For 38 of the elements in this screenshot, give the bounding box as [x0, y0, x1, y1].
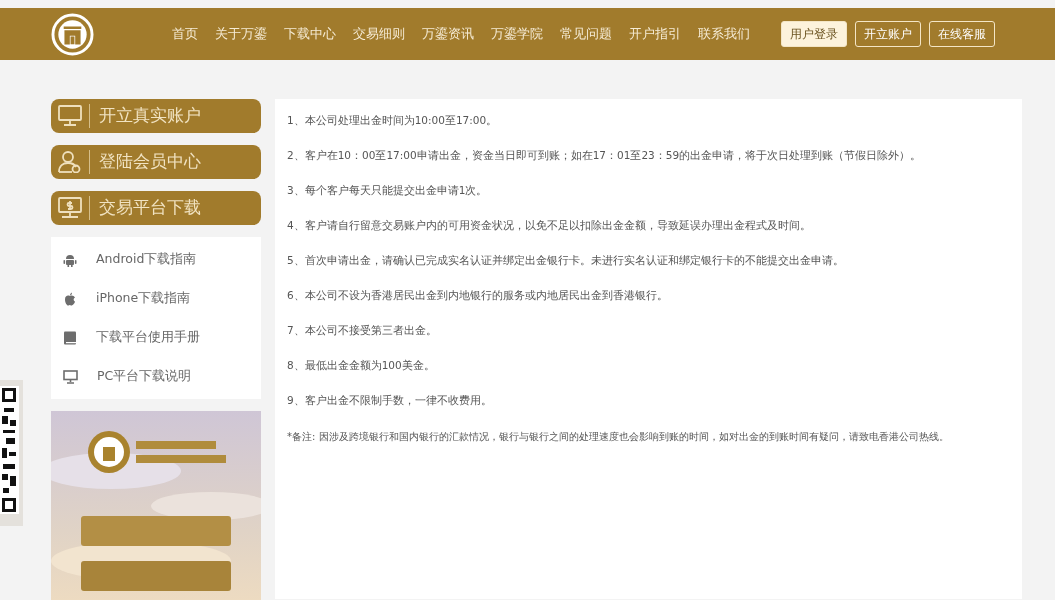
- rule-text: 8、最低出金金额为100美金。: [287, 358, 436, 373]
- rule-text: 5、首次申请出金，请确认已完成实名认证并绑定出金银行卡。未进行实名认证和绑定银行卡的不能提交出金申请。: [287, 253, 845, 268]
- sidebar-action-button[interactable]: 登陆会员中心: [51, 145, 261, 179]
- sidebar-action-button[interactable]: 交易平台下载: [51, 191, 261, 225]
- rule-text: 6、本公司不设为香港居民出金到内地银行的服务或内地居民出金到香港银行。: [287, 288, 669, 303]
- book-icon: [63, 330, 77, 345]
- qr-code-icon: [0, 386, 19, 514]
- monitor-icon: [63, 369, 78, 384]
- sidebar-action-button[interactable]: 开立真实账户: [51, 99, 261, 133]
- sidebar-link[interactable]: iPhone下载指南: [51, 279, 261, 318]
- nav-link[interactable]: 交易细则: [353, 24, 405, 44]
- login-button[interactable]: 用户登录: [781, 21, 847, 47]
- nav-link[interactable]: 开户指引: [629, 24, 681, 44]
- rule-text: 4、客户请自行留意交易账户内的可用资金状况，以免不足以扣除出金金额，导致延误办理出金程式及时间。: [287, 218, 812, 233]
- rule-text: 2、客户在10：00至17:00申请出金，资金当日即可到账；如在17：01至23：59的出金申请，将于次日处理到账（节假日除外）。: [287, 148, 923, 163]
- nav-link[interactable]: 关于万鎏: [215, 24, 267, 44]
- nav-link[interactable]: 联系我们: [698, 24, 750, 44]
- monitor-dollar-icon: [58, 197, 82, 219]
- rule-text: 1、本公司处理出金时间为10:00至17:00。: [287, 113, 499, 128]
- rule-text: 7、本公司不接受第三者出金。: [287, 323, 438, 338]
- rule-text: 9、客户出金不限制手数，一律不收费用。: [287, 393, 493, 408]
- logo-icon[interactable]: [51, 12, 94, 56]
- header-button[interactable]: 开立账户: [855, 21, 921, 47]
- sidebar-link[interactable]: PC平台下载说明: [51, 357, 261, 396]
- rule-text: 3、每个客户每天只能提交出金申请1次。: [287, 183, 489, 198]
- nav-link[interactable]: 万鎏资讯: [422, 24, 474, 44]
- apple-icon: [63, 291, 77, 306]
- note-text: *备注: 因涉及跨境银行和国内银行的汇款情况，银行与银行之间的处理速度也会影响到账的时间，如对出金的到账时间有疑问，请致电香港公司热线。: [287, 430, 950, 444]
- sidebar-link[interactable]: 下载平台使用手册: [51, 318, 261, 357]
- header-button[interactable]: 在线客服: [929, 21, 995, 47]
- nav-link[interactable]: 下载中心: [284, 24, 336, 44]
- sidebar-link[interactable]: Android下载指南: [51, 240, 261, 279]
- nav-link[interactable]: 万鎏学院: [491, 24, 543, 44]
- nav-link[interactable]: 首页: [172, 24, 198, 44]
- user-icon: [58, 151, 82, 173]
- nav-link[interactable]: 常见问题: [560, 24, 612, 44]
- android-icon: [63, 252, 77, 267]
- monitor-icon: [58, 105, 82, 127]
